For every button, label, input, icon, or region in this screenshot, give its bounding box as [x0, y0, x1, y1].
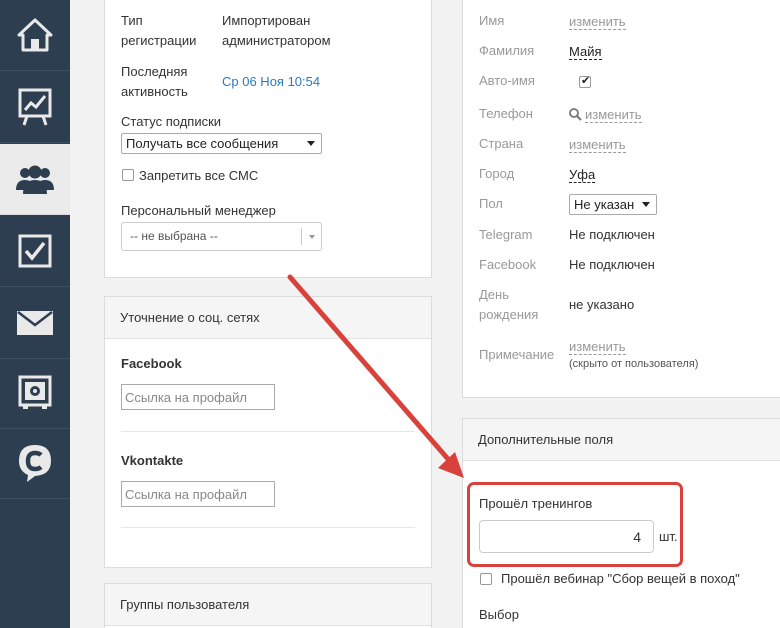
note-hint: (скрыто от пользователя): [569, 358, 699, 370]
chart-icon: [18, 88, 52, 126]
manager-select-value: -- не выбрана --: [130, 229, 218, 243]
users-icon: [16, 165, 54, 194]
last-activity-label: Последняя активность: [121, 64, 188, 99]
divider: [121, 527, 415, 528]
reg-type-value: Импортирован администратором: [222, 13, 331, 48]
extra-fields-title: Дополнительные поля: [463, 419, 780, 461]
ban-sms-checkbox[interactable]: [122, 169, 134, 181]
subscription-select[interactable]: Получать все сообщения: [121, 133, 322, 154]
autoname-checkbox[interactable]: [579, 74, 591, 88]
gender-select-value: Не указан: [574, 197, 635, 212]
facebook-status-label: Facebook: [479, 257, 537, 272]
facebook-status-value: Не подключен: [569, 257, 655, 272]
highlight-frame: [467, 482, 683, 567]
tasks-icon: [18, 234, 52, 268]
subscription-select-value: Получать все сообщения: [126, 136, 279, 151]
ban-sms-label: Запретить все СМС: [139, 168, 259, 183]
choice-label: Выбор: [479, 607, 519, 622]
safe-icon: [18, 375, 52, 409]
sidebar-item-mail[interactable]: [0, 288, 70, 359]
city-value[interactable]: Уфа: [569, 167, 596, 183]
chevron-down-icon: [307, 141, 315, 146]
sidebar-item-shop[interactable]: [0, 358, 70, 429]
birthday-label: День рождения: [479, 287, 539, 322]
sidebar-item-stats[interactable]: [0, 72, 70, 143]
name-label: Имя: [479, 13, 505, 28]
note-edit-link[interactable]: изменить: [569, 339, 626, 355]
chat-icon: [19, 445, 51, 482]
sidebar-item-chat[interactable]: [0, 428, 70, 499]
social-card-title: Уточнение о соц. сетях: [105, 297, 431, 339]
surname-value[interactable]: Майя: [569, 44, 602, 60]
phone-label: Телефон: [479, 106, 533, 121]
groups-card-title: Группы пользователя: [105, 584, 431, 626]
sidebar-item-users[interactable]: [0, 144, 70, 215]
manager-select[interactable]: -- не выбрана --: [121, 222, 322, 251]
user-info-card: Тип регистрации Импортирован администрат…: [104, 0, 432, 278]
mail-icon: [17, 311, 53, 335]
home-icon: [17, 18, 53, 52]
gender-select[interactable]: Не указан: [569, 194, 657, 215]
phone-edit-link[interactable]: изменить: [585, 107, 642, 123]
vkontakte-profile-input[interactable]: [121, 481, 275, 507]
chevron-down-icon: [642, 202, 650, 207]
webinar-label: Прошёл вебинар "Сбор вещей в поход": [501, 571, 740, 586]
vkontakte-label: Vkontakte: [121, 453, 184, 468]
subscription-label: Статус подписки: [121, 114, 222, 129]
facebook-label: Facebook: [121, 356, 182, 371]
sidebar: [0, 0, 70, 628]
divider: [121, 431, 415, 432]
last-activity-value[interactable]: Ср 06 Ноя 10:54: [222, 72, 320, 92]
sidebar-item-home[interactable]: [0, 0, 70, 71]
note-label: Примечание: [479, 347, 555, 362]
birthday-value: не указано: [569, 297, 635, 312]
webinar-checkbox[interactable]: [480, 573, 492, 585]
profile-card: Имя изменить Фамилия Майя Авто-имя Телеф…: [462, 0, 780, 398]
facebook-profile-input[interactable]: [121, 384, 275, 410]
sidebar-item-tasks[interactable]: [0, 216, 70, 287]
telegram-label: Telegram: [479, 227, 533, 242]
telegram-value: Не подключен: [569, 227, 655, 242]
autoname-label: Авто-имя: [479, 73, 535, 88]
search-icon[interactable]: [569, 108, 582, 121]
surname-label: Фамилия: [479, 43, 535, 58]
country-edit-link[interactable]: изменить: [569, 137, 626, 153]
city-label: Город: [479, 166, 515, 181]
gender-label: Пол: [479, 196, 503, 211]
reg-type-label: Тип регистрации: [121, 13, 197, 48]
groups-card: Группы пользователя: [104, 583, 432, 628]
country-label: Страна: [479, 136, 524, 151]
social-card: Уточнение о соц. сетях Facebook Vkontakt…: [104, 296, 432, 568]
name-edit-link[interactable]: изменить: [569, 14, 626, 30]
chevron-down-icon: [309, 235, 315, 239]
manager-label: Персональный менеджер: [121, 203, 276, 218]
